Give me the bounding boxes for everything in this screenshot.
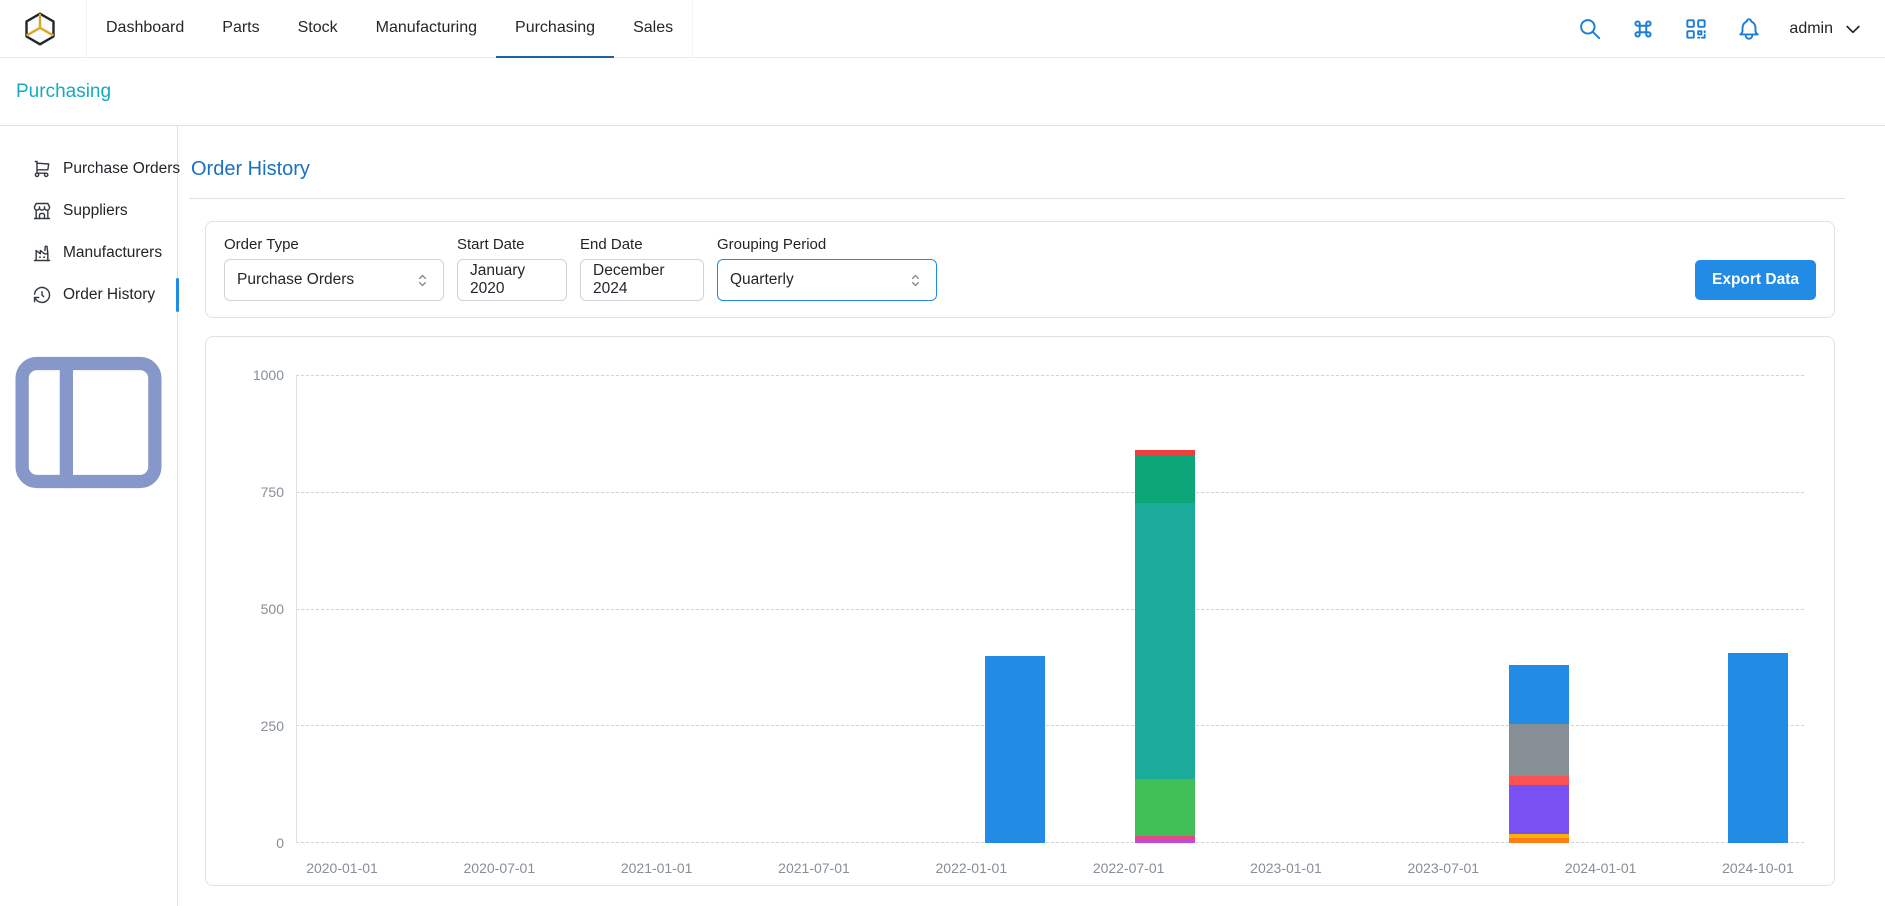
grouping-period-select[interactable]: Quarterly xyxy=(717,259,937,301)
end-date-value: December 2024 xyxy=(593,262,691,298)
history-icon xyxy=(32,285,52,305)
tab-purchasing[interactable]: Purchasing xyxy=(496,0,614,58)
navbar-actions: admin xyxy=(1577,16,1863,42)
grouping-period-label: Grouping Period xyxy=(717,236,937,253)
selector-up-down-icon xyxy=(414,272,431,289)
bar-segment xyxy=(1135,503,1195,779)
order-type-label: Order Type xyxy=(224,236,444,253)
sidebar-item-suppliers[interactable]: Suppliers xyxy=(0,190,177,232)
filter-card: Order Type Purchase Orders Start Date Ja… xyxy=(205,221,1835,318)
building-store-icon xyxy=(32,201,52,221)
y-tick-label: 1000 xyxy=(253,367,284,383)
sidebar-item-label: Manufacturers xyxy=(63,244,162,262)
x-tick-label: 2022-07-01 xyxy=(1081,860,1177,876)
export-data-button[interactable]: Export Data xyxy=(1695,260,1816,300)
sidebar-item-manufacturers[interactable]: Manufacturers xyxy=(0,232,177,274)
sidebar-item-label: Purchase Orders xyxy=(63,160,180,178)
x-tick-label: 2024-10-01 xyxy=(1710,860,1806,876)
stacked-bar-1 xyxy=(1135,450,1195,843)
chevron-down-icon xyxy=(1843,19,1863,39)
y-tick-label: 250 xyxy=(261,718,284,734)
y-axis-line xyxy=(296,375,297,843)
x-axis-labels: 2020-01-01 2020-07-01 2021-01-01 2021-07… xyxy=(296,860,1804,876)
bar-segment xyxy=(1509,665,1569,724)
title-divider xyxy=(189,198,1845,199)
tab-manufacturing[interactable]: Manufacturing xyxy=(357,0,496,58)
tab-stock[interactable]: Stock xyxy=(279,0,357,58)
y-tick-label: 500 xyxy=(261,601,284,617)
sidebar-item-label: Order History xyxy=(63,286,155,304)
start-date-field: Start Date January 2020 xyxy=(457,236,567,301)
breadcrumb-bar: Purchasing xyxy=(0,58,1885,126)
command-icon[interactable] xyxy=(1630,16,1656,42)
x-tick-label: 2020-07-01 xyxy=(451,860,547,876)
x-tick-label: 2021-01-01 xyxy=(609,860,705,876)
top-navbar: Dashboard Parts Stock Manufacturing Purc… xyxy=(0,0,1885,58)
search-icon[interactable] xyxy=(1577,16,1603,42)
bar-segment xyxy=(1135,456,1195,503)
purchasing-sidebar: Purchase Orders Suppliers xyxy=(0,126,178,906)
order-type-select[interactable]: Purchase Orders xyxy=(224,259,444,301)
bar-segment xyxy=(1509,785,1569,834)
sidebar-item-order-history[interactable]: Order History xyxy=(0,274,177,316)
factory-icon xyxy=(32,243,52,263)
sidebar-item-purchase-orders[interactable]: Purchase Orders xyxy=(0,148,177,190)
stacked-bar-3 xyxy=(1728,653,1788,843)
bar-segment xyxy=(1728,653,1788,843)
start-date-label: Start Date xyxy=(457,236,567,253)
x-tick-label: 2021-07-01 xyxy=(766,860,862,876)
username-label: admin xyxy=(1789,20,1833,38)
bar-segment xyxy=(985,656,1045,843)
content-area: Purchase Orders Suppliers xyxy=(0,126,1885,906)
chart-card: 1000 750 500 250 0 2020-01-01 2020-07-01… xyxy=(205,336,1835,886)
x-tick-label: 2020-01-01 xyxy=(294,860,390,876)
qr-code-icon[interactable] xyxy=(1683,16,1709,42)
x-tick-label: 2022-01-01 xyxy=(923,860,1019,876)
bar-segment xyxy=(1135,779,1195,835)
end-date-input[interactable]: December 2024 xyxy=(580,259,704,301)
sidebar-collapse-icon[interactable] xyxy=(0,334,177,511)
bar-segment xyxy=(1509,724,1569,776)
main-nav-tabs: Dashboard Parts Stock Manufacturing Purc… xyxy=(86,0,693,57)
gridline xyxy=(296,609,1804,610)
grouping-period-field: Grouping Period Quarterly xyxy=(717,236,937,301)
sidebar-item-label: Suppliers xyxy=(63,202,128,220)
y-tick-label: 0 xyxy=(276,835,284,851)
tab-parts[interactable]: Parts xyxy=(203,0,278,58)
x-tick-label: 2024-01-01 xyxy=(1553,860,1649,876)
chart-plot: 1000 750 500 250 0 2020-01-01 2020-07-01… xyxy=(296,363,1804,843)
user-menu[interactable]: admin xyxy=(1789,19,1863,39)
start-date-value: January 2020 xyxy=(470,262,554,298)
bar-segment xyxy=(1509,776,1569,784)
order-type-value: Purchase Orders xyxy=(237,271,354,289)
shopping-cart-icon xyxy=(32,159,52,179)
stacked-bar-0 xyxy=(985,656,1045,843)
bell-icon[interactable] xyxy=(1736,16,1762,42)
page-title: Order History xyxy=(191,158,1845,181)
order-type-field: Order Type Purchase Orders xyxy=(224,236,444,301)
order-history-chart: 1000 750 500 250 0 2020-01-01 2020-07-01… xyxy=(232,351,1808,877)
grouping-period-value: Quarterly xyxy=(730,271,794,289)
selector-up-down-icon xyxy=(907,272,924,289)
gridline xyxy=(296,725,1804,726)
bar-segment xyxy=(1509,838,1569,843)
chart-gridlines xyxy=(296,375,1804,843)
tab-sales[interactable]: Sales xyxy=(614,0,692,58)
tab-dashboard[interactable]: Dashboard xyxy=(87,0,203,58)
end-date-field: End Date December 2024 xyxy=(580,236,704,301)
x-tick-label: 2023-01-01 xyxy=(1238,860,1334,876)
x-tick-label: 2023-07-01 xyxy=(1395,860,1491,876)
app-logo-icon[interactable] xyxy=(22,11,58,47)
gridline xyxy=(296,492,1804,493)
order-history-panel: Order History Order Type Purchase Orders… xyxy=(178,126,1885,906)
gridline xyxy=(296,375,1804,376)
breadcrumb[interactable]: Purchasing xyxy=(16,81,111,103)
y-axis-labels: 1000 750 500 250 0 xyxy=(238,375,284,843)
gridline xyxy=(296,842,1804,843)
bar-segment xyxy=(1135,839,1195,843)
stacked-bar-2 xyxy=(1509,665,1569,843)
y-tick-label: 750 xyxy=(261,484,284,500)
start-date-input[interactable]: January 2020 xyxy=(457,259,567,301)
end-date-label: End Date xyxy=(580,236,704,253)
